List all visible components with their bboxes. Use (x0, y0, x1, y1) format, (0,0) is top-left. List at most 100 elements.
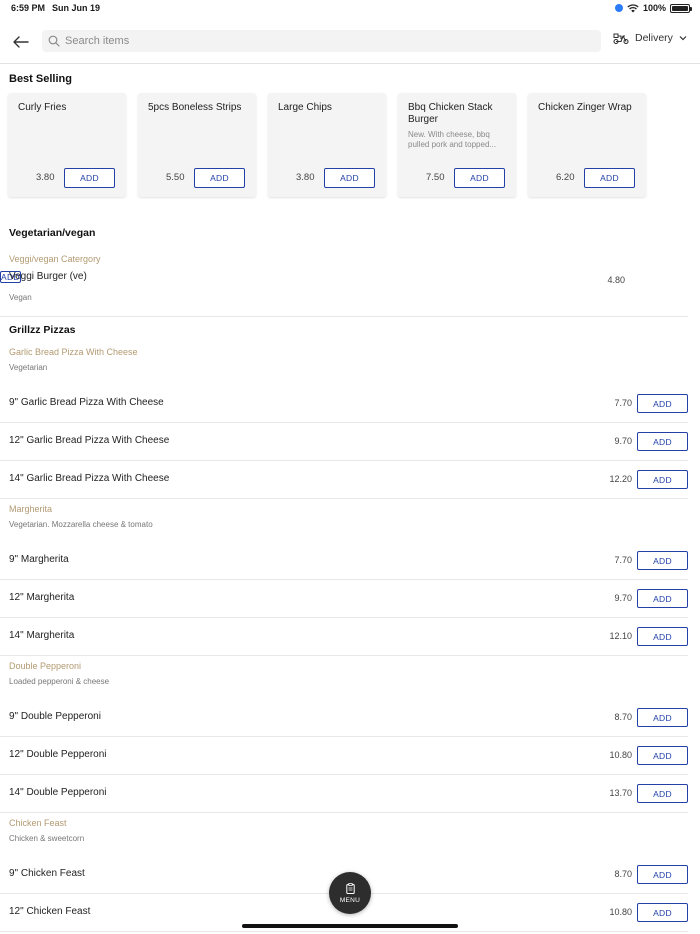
status-bar: 6:59 PM Sun Jun 19 100% (0, 0, 700, 18)
add-button[interactable]: ADD (637, 470, 688, 489)
clipboard-icon (345, 882, 355, 894)
add-button[interactable]: ADD (637, 784, 688, 803)
card-name: Chicken Zinger Wrap (538, 102, 632, 113)
add-button[interactable]: ADD (637, 551, 688, 570)
best-selling-card[interactable]: Bbq Chicken Stack Burger New. With cheese… (398, 93, 516, 197)
subcategory-description: Loaded pepperoni & cheese (9, 677, 110, 686)
scooter-icon (613, 33, 629, 44)
item-price: 9.70 (614, 436, 632, 446)
search-bar[interactable] (42, 30, 601, 52)
card-price: 6.20 (556, 172, 575, 183)
add-button[interactable]: ADD (194, 168, 245, 188)
battery-percent: 100% (642, 3, 666, 13)
menu-item-row: 9" Margherita 7.70 ADD (0, 542, 688, 580)
menu-button-label: MENU (339, 896, 361, 904)
best-selling-card[interactable]: 5pcs Boneless Strips 5.50 ADD (138, 93, 256, 197)
chevron-down-icon (679, 36, 687, 41)
add-button[interactable]: ADD (324, 168, 375, 188)
item-price: 10.80 (609, 750, 632, 760)
add-button[interactable]: ADD (64, 168, 115, 188)
location-icon (614, 4, 623, 12)
item-name: 12" Garlic Bread Pizza With Cheese (9, 435, 170, 446)
status-date: Sun Jun 19 (52, 3, 101, 13)
card-name: Bbq Chicken Stack Burger (408, 102, 493, 125)
category-heading-pizzas: Grillzz Pizzas (9, 324, 76, 336)
card-name: Curly Fries (18, 102, 67, 113)
item-price: 7.70 (614, 555, 632, 565)
add-button[interactable]: ADD (637, 708, 688, 727)
header-bar: Delivery (0, 26, 700, 64)
status-time: 6:59 PM (11, 3, 46, 13)
home-indicator (242, 924, 458, 928)
item-price: 8.70 (614, 712, 632, 722)
item-price: 4.80 (607, 275, 625, 285)
menu-item-row: 9" Garlic Bread Pizza With Cheese 7.70 ADD (0, 385, 688, 423)
card-name: 5pcs Boneless Strips (148, 102, 242, 113)
item-name: 14" Garlic Bread Pizza With Cheese (9, 473, 170, 484)
item-price: 12.20 (609, 474, 632, 484)
item-name: 14" Double Pepperoni (9, 787, 107, 798)
add-button[interactable]: ADD (584, 168, 635, 188)
subcategory-description: Chicken & sweetcorn (9, 834, 85, 843)
search-input[interactable] (65, 35, 565, 47)
search-icon (48, 35, 60, 47)
category-heading-vegetarian: Vegetarian/vegan (9, 227, 96, 239)
card-price: 5.50 (166, 172, 185, 183)
item-price: 9.70 (614, 593, 632, 603)
subcategory-title-veggi: Veggi/vegan Catergory (9, 254, 101, 264)
subcategory-description: Vegetarian (9, 363, 48, 372)
menu-item-row: 14" Garlic Bread Pizza With Cheese 12.20 A… (0, 461, 688, 499)
best-selling-card[interactable]: Curly Fries 3.80 ADD (8, 93, 126, 197)
back-button[interactable] (10, 31, 32, 53)
add-button[interactable]: ADD (637, 746, 688, 765)
card-description: New. With cheese, bbq pulled pork and to… (408, 130, 497, 149)
delivery-label: Delivery (635, 32, 673, 44)
item-tag: Vegan (9, 293, 32, 302)
item-price: 10.80 (609, 907, 632, 917)
card-name: Large Chips (278, 102, 332, 113)
menu-item-row: 9" Double Pepperoni 8.70 ADD (0, 699, 688, 737)
item-price: 7.70 (614, 398, 632, 408)
menu-item-row: 14" Margherita 12.10 ADD (0, 618, 688, 656)
pizza-groups: Garlic Bread Pizza With Cheese Vegetarian… (0, 342, 700, 932)
item-price: 13.70 (609, 788, 632, 798)
add-button[interactable]: ADD (637, 432, 688, 451)
subcategory-title: Garlic Bread Pizza With Cheese (9, 347, 138, 357)
item-name: 9" Margherita (9, 554, 69, 565)
add-button[interactable]: ADD (637, 394, 688, 413)
menu-item-row: 12" Double Pepperoni 10.80 ADD (0, 737, 688, 775)
menu-item-row: 12" Margherita 9.70 ADD (0, 580, 688, 618)
item-name: 9" Double Pepperoni (9, 711, 101, 722)
subcategory-title: Double Pepperoni (9, 661, 82, 671)
item-name: Veggi Burger (ve) (9, 271, 87, 282)
menu-item-row: Veggi Burger (ve) Vegan 4.80 ADD (0, 271, 688, 317)
subcategory-title: Chicken Feast (9, 818, 67, 828)
item-name: 9" Chicken Feast (9, 868, 85, 879)
menu-item-row: 12" Garlic Bread Pizza With Cheese 9.70 AD… (0, 423, 688, 461)
menu-list: Vegetarian/vegan Veggi/vegan Catergory V… (0, 221, 700, 932)
menu-button[interactable]: MENU (329, 872, 371, 914)
delivery-mode-selector[interactable]: Delivery (613, 32, 687, 44)
add-button[interactable]: ADD (637, 865, 688, 884)
item-price: 8.70 (614, 869, 632, 879)
subcategory-title: Margherita (9, 504, 53, 514)
add-button[interactable]: ADD (637, 903, 688, 922)
card-price: 3.80 (36, 172, 55, 183)
best-selling-card[interactable]: Large Chips 3.80 ADD (268, 93, 386, 197)
add-button[interactable]: ADD (454, 168, 505, 188)
card-price: 3.80 (296, 172, 315, 183)
item-name: 14" Margherita (9, 630, 75, 641)
item-name: 9" Garlic Bread Pizza With Cheese (9, 397, 164, 408)
wifi-icon (627, 3, 639, 12)
item-price: 12.10 (609, 631, 632, 641)
status-icons: 100% (614, 3, 692, 13)
add-button[interactable]: ADD (637, 627, 688, 646)
best-selling-title: Best Selling (9, 73, 72, 85)
item-name: 12" Double Pepperoni (9, 749, 107, 760)
best-selling-card[interactable]: Chicken Zinger Wrap 6.20 ADD (528, 93, 646, 197)
battery-icon (670, 3, 692, 13)
subcategory-description: Vegetarian. Mozzarella cheese & tomato (9, 520, 153, 529)
card-price: 7.50 (426, 172, 445, 183)
add-button[interactable]: ADD (637, 589, 688, 608)
best-selling-carousel: Curly Fries 3.80 ADD 5pcs Boneless Strips 5.… (8, 93, 646, 197)
